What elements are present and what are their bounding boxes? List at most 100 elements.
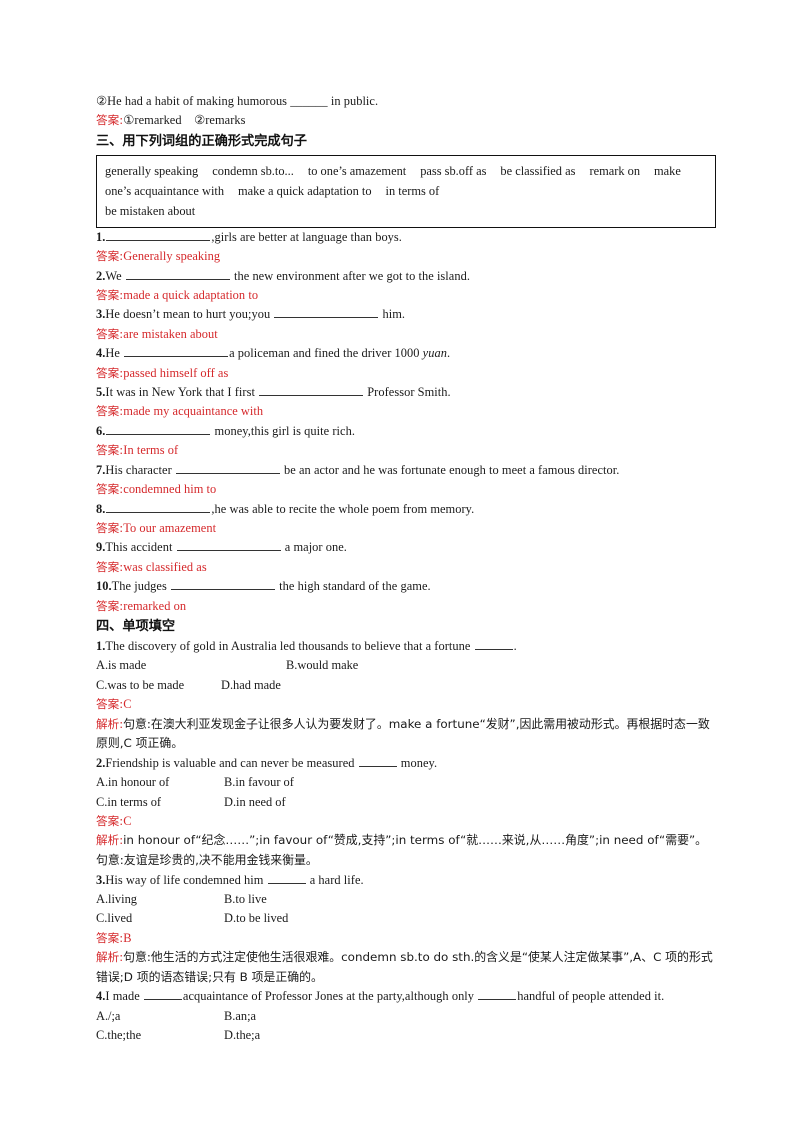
fill-item: 1. ,girls are better at language than boy… (96, 228, 716, 247)
mcq-analysis: 解析:in honour of“纪念……”;in favour of“赞成,支持… (96, 831, 716, 870)
option-d[interactable]: D.in need of (224, 793, 286, 812)
mcq-question: 4.I made acquaintance of Professor Jones… (96, 987, 716, 1045)
option-b[interactable]: B.in favour of (224, 773, 294, 792)
option-d[interactable]: D.the;a (224, 1026, 260, 1045)
stem-pre: The discovery of gold in Australia led t… (105, 638, 474, 653)
option-text: was to be made (107, 677, 185, 692)
item-pre: The judges (111, 579, 170, 594)
option-key: C. (96, 794, 108, 809)
option-text: in favour of (235, 775, 294, 790)
answer-label: 答案 (96, 697, 120, 712)
option-text: in honour of (108, 775, 170, 790)
answer-blank[interactable] (106, 501, 211, 513)
fill-answer: 答案:Generally speaking (96, 247, 716, 266)
answer-blank[interactable] (106, 423, 211, 435)
answer-blank[interactable] (175, 462, 280, 474)
answer-blank[interactable] (106, 229, 211, 241)
option-text: had made (233, 677, 281, 692)
section-three-items: 1. ,girls are better at language than boy… (96, 228, 716, 616)
answer-blank[interactable] (478, 988, 517, 1001)
option-a[interactable]: A.in honour of (96, 773, 224, 792)
option-key: C. (96, 1028, 108, 1043)
option-a[interactable]: A.is made (96, 656, 286, 675)
item-pre: He doesn’t mean to hurt you;you (105, 307, 274, 322)
option-a[interactable]: A.living (96, 890, 224, 909)
question-number: 2. (96, 755, 106, 770)
item-pre: It was in New York that I first (105, 385, 259, 400)
content-column: ②He had a habit of making humorous _____… (96, 92, 716, 1046)
word-bank-row-2: one’s acquaintance with make a quick adap… (105, 181, 707, 201)
option-c[interactable]: C.was to be made (96, 676, 221, 695)
fill-answer: 答案:was classified as (96, 558, 716, 577)
option-b[interactable]: B.to live (224, 890, 267, 909)
answer-blank[interactable] (267, 872, 306, 884)
analysis-text: 句意:在澳大利亚发现金子让很多人认为要发财了。make a fortune“发财… (96, 716, 710, 751)
word-bank-item: be classified as (500, 163, 576, 178)
option-key: D. (224, 794, 237, 809)
section-four-heading: 四、单项填空 (96, 618, 176, 634)
fill-item: 5.It was in New York that I first Profes… (96, 383, 716, 402)
option-key: B. (224, 775, 236, 790)
stem-post: a hard life. (306, 872, 364, 887)
answer-label: 答案 (96, 113, 120, 128)
answer-blank[interactable] (176, 539, 281, 552)
word-bank-item: make (654, 163, 681, 178)
fill-answer: 答案:are mistaken about (96, 325, 716, 344)
item-number: 8. (96, 501, 106, 516)
option-d[interactable]: D.to be lived (224, 909, 288, 928)
answer-value: made a quick adaptation to (123, 288, 259, 303)
option-c[interactable]: C.the;the (96, 1026, 224, 1045)
answer-label: 答案 (96, 520, 120, 535)
question-stem: 3.His way of life condemned him a hard l… (96, 871, 716, 890)
option-a[interactable]: A./;a (96, 1007, 224, 1026)
answer-blank[interactable] (171, 578, 275, 591)
option-row: A.in honour of B.in favour of (96, 773, 716, 792)
fill-item: 7.His character be an actor and he was f… (96, 461, 716, 480)
mcq-answer: 答案:C (96, 812, 716, 831)
option-b[interactable]: B.would make (286, 656, 358, 675)
option-d[interactable]: D.had made (221, 676, 281, 695)
word-bank-item: make a quick adaptation to (238, 183, 372, 198)
analysis-label: 解析 (96, 950, 120, 965)
fill-answer: 答案:made a quick adaptation to (96, 286, 716, 305)
fill-item: 10.The judges the high standard of the g… (96, 577, 716, 596)
item-pre: We (105, 268, 125, 283)
answer-blank[interactable] (125, 268, 230, 280)
stem-mid: acquaintance of Professor Jones at the p… (182, 989, 478, 1004)
word-bank-item: remark on (589, 163, 641, 178)
item-number: 4. (96, 346, 106, 361)
option-text: the;the (107, 1028, 142, 1043)
word-bank-item: pass sb.off as (420, 163, 487, 178)
option-key: B. (224, 891, 236, 906)
item-post-tail: . (446, 346, 451, 361)
mcq-question: 3.His way of life condemned him a hard l… (96, 871, 716, 988)
analysis-label: 解析 (96, 716, 120, 731)
item-pre: His character (105, 462, 175, 477)
answer-blank[interactable] (259, 384, 364, 397)
answer-value: B (123, 930, 132, 945)
option-c[interactable]: C.in terms of (96, 793, 224, 812)
answer-value: To our amazement (123, 520, 217, 535)
answer-blank[interactable] (358, 755, 397, 767)
answer-blank[interactable] (474, 638, 513, 650)
question-stem: 2.Friendship is valuable and can never b… (96, 754, 716, 773)
answer-blank[interactable] (143, 988, 182, 1001)
word-bank-item: to one’s amazement (307, 163, 407, 178)
option-key: D. (221, 677, 234, 692)
item-pre: He (105, 346, 124, 361)
item-pre: This accident (105, 540, 176, 555)
option-key: A. (96, 891, 109, 906)
item-number: 6. (96, 423, 106, 438)
answer-blank[interactable] (124, 345, 229, 358)
answer-label: 答案 (96, 249, 120, 264)
word-bank-item: in terms of (385, 183, 440, 198)
answer-blank[interactable] (274, 306, 379, 319)
option-b[interactable]: B.an;a (224, 1007, 256, 1026)
item-number: 10. (96, 579, 112, 594)
word-bank-item: be mistaken about (105, 203, 196, 218)
stem-pre: His way of life condemned him (105, 872, 267, 887)
option-row: C.lived D.to be lived (96, 909, 716, 928)
option-row: A.is made B.would make (96, 656, 716, 675)
mcq-question: 2.Friendship is valuable and can never b… (96, 754, 716, 871)
option-c[interactable]: C.lived (96, 909, 224, 928)
